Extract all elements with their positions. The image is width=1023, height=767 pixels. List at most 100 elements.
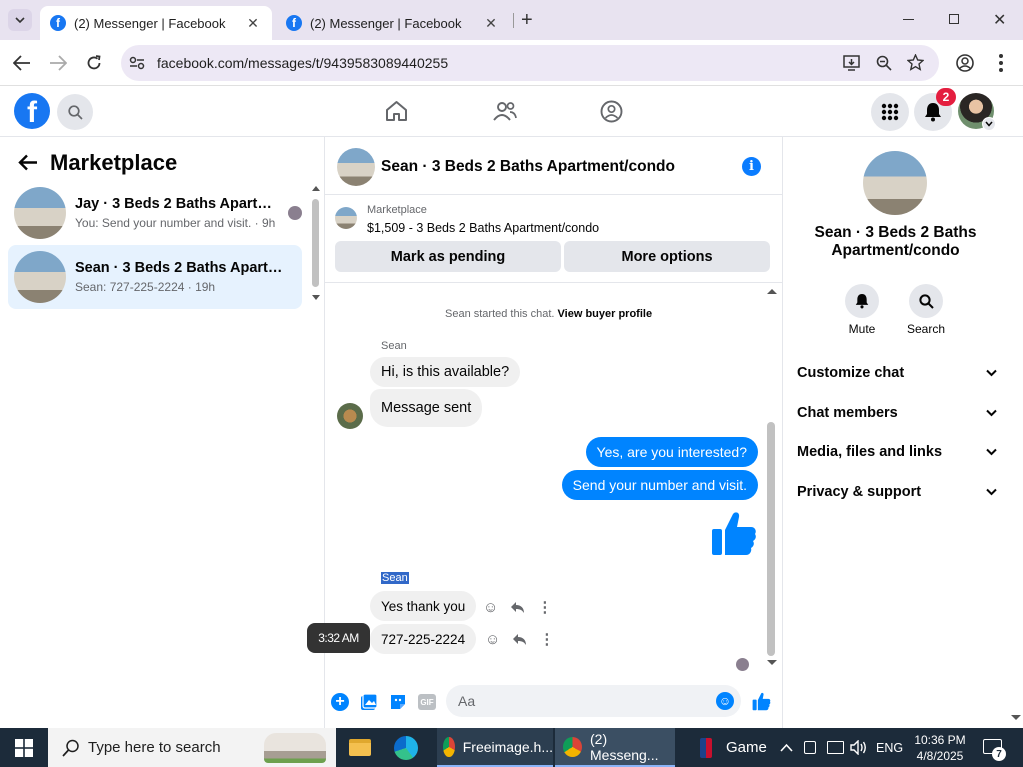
chrome-icon <box>563 736 582 757</box>
zoom-icon[interactable] <box>876 55 892 71</box>
message-bubble-incoming[interactable]: Message sent <box>370 389 483 427</box>
scrollbar-thumb[interactable] <box>312 199 319 287</box>
tray-meet-icon[interactable] <box>804 741 816 754</box>
new-tab-icon[interactable]: + <box>521 9 533 32</box>
profile-thumbnail[interactable] <box>863 151 927 215</box>
back-icon[interactable] <box>13 55 31 71</box>
listing-label: Marketplace <box>367 204 427 216</box>
section-label: Chat members <box>797 405 898 421</box>
game-label: Game <box>726 739 767 756</box>
section-customize-chat[interactable]: Customize chat <box>797 363 997 383</box>
react-icon[interactable]: ☺ <box>483 599 498 616</box>
scrollbar-thumb[interactable] <box>767 422 775 656</box>
view-buyer-profile-link[interactable]: View buyer profile <box>558 308 653 320</box>
section-privacy-support[interactable]: Privacy & support <box>797 482 997 502</box>
groups-icon[interactable] <box>600 100 623 123</box>
message-bubble-incoming[interactable]: 727-225-2224 <box>370 624 477 654</box>
network-icon[interactable] <box>827 741 844 754</box>
fb-search-button[interactable] <box>57 94 93 130</box>
facebook-logo-icon[interactable]: f <box>14 93 50 129</box>
site-settings-icon[interactable] <box>129 56 145 70</box>
conversation-preview: Sean: 727-225-2224 · 19h <box>75 280 216 294</box>
tab-messenger-2[interactable]: f (2) Messenger | Facebook ✕ <box>276 6 510 40</box>
emoji-icon[interactable]: ☺ <box>716 692 734 710</box>
info-icon[interactable]: i <box>742 157 761 176</box>
chat-list-scrollbar[interactable] <box>312 185 320 305</box>
install-app-icon[interactable] <box>843 55 860 71</box>
section-chat-members[interactable]: Chat members <box>797 403 997 423</box>
bookmark-star-icon[interactable] <box>907 54 924 71</box>
profile-icon[interactable] <box>956 54 974 72</box>
section-label: Privacy & support <box>797 484 922 500</box>
conversation-item[interactable]: Jay · 3 Beds 2 Baths Apartment/condo You… <box>8 181 302 245</box>
edge-icon[interactable] <box>394 728 420 767</box>
forward-icon[interactable] <box>49 55 67 71</box>
conversation-item-selected[interactable]: Sean · 3 Beds 2 Baths Apartment/condo Se… <box>8 245 302 309</box>
taskbar-app-label: Freeimage.h... <box>462 738 553 755</box>
message-bubble-outgoing[interactable]: Send your number and visit. <box>561 470 758 500</box>
thumbs-up-icon[interactable] <box>711 510 757 557</box>
message-bubble-incoming[interactable]: Hi, is this available? <box>370 357 521 387</box>
reload-icon[interactable] <box>86 55 102 71</box>
conversation-name: Jay · 3 Beds 2 Baths Apartment/condo <box>75 196 280 212</box>
chat-list-panel: Marketplace Jay · 3 Beds 2 Baths Apartme… <box>0 137 325 728</box>
tab-search-button[interactable] <box>8 9 32 31</box>
listing-small-thumbnail[interactable] <box>335 207 357 229</box>
listing-price-title[interactable]: $1,509 - 3 Beds 2 Baths Apartment/condo <box>367 221 599 235</box>
more-icon[interactable]: ⋮ <box>537 598 552 616</box>
minimize-icon[interactable] <box>903 19 914 20</box>
scroll-up-arrow-icon <box>312 186 320 191</box>
browser-menu-icon[interactable] <box>999 54 1003 72</box>
mute-button[interactable] <box>845 284 879 318</box>
more-icon[interactable]: ⋮ <box>539 630 554 648</box>
mark-as-pending-button[interactable]: Mark as pending <box>335 241 561 272</box>
react-icon[interactable]: ☺ <box>485 631 500 648</box>
scroll-down-arrow-icon[interactable] <box>1011 715 1021 721</box>
home-icon[interactable] <box>385 100 408 122</box>
close-tab-icon[interactable]: ✕ <box>244 15 262 32</box>
game-widget[interactable]: Game <box>700 728 770 767</box>
language-indicator[interactable]: ENG <box>876 728 903 767</box>
taskbar-app-freeimage[interactable]: Freeimage.h... <box>437 728 553 767</box>
chat-header-avatar[interactable] <box>337 148 375 186</box>
account-chevron-icon[interactable] <box>982 117 996 131</box>
notification-badge: 2 <box>936 88 956 106</box>
clock[interactable]: 10:36 PM 4/8/2025 <box>912 732 968 764</box>
message-input[interactable]: Aa ☺ <box>446 685 741 717</box>
message-bubble-incoming[interactable]: Yes thank you <box>370 591 477 621</box>
message-actions: ☺ ⋮ <box>483 598 552 617</box>
menu-button[interactable] <box>871 93 909 131</box>
taskbar-search-box[interactable]: Type here to search <box>48 728 336 767</box>
maximize-icon[interactable] <box>949 14 959 24</box>
friends-icon[interactable] <box>493 101 517 121</box>
volume-icon[interactable] <box>850 740 868 755</box>
chat-header-title[interactable]: Sean · 3 Beds 2 Baths Apartment/condo <box>381 158 675 176</box>
send-like-icon[interactable] <box>752 692 771 711</box>
back-arrow-icon[interactable] <box>18 154 38 171</box>
chevron-down-icon <box>986 409 997 417</box>
mute-label: Mute <box>848 322 876 336</box>
more-options-button[interactable]: More options <box>564 241 770 272</box>
tab-divider <box>513 13 514 28</box>
sticker-icon[interactable] <box>389 693 407 711</box>
close-window-icon[interactable]: ✕ <box>993 10 1006 30</box>
close-tab-icon[interactable]: ✕ <box>482 15 500 32</box>
gif-icon[interactable]: GIF <box>418 694 436 710</box>
search-icon <box>62 739 79 757</box>
search-icon <box>918 293 934 309</box>
photo-icon[interactable] <box>360 693 378 711</box>
messages-scrollbar[interactable] <box>767 288 777 668</box>
show-hidden-icons-icon[interactable] <box>780 743 793 752</box>
windows-start-icon[interactable] <box>15 739 33 757</box>
taskbar-app-messenger[interactable]: (2) Messeng... <box>555 728 675 767</box>
reply-icon[interactable] <box>512 633 527 646</box>
section-media-files-links[interactable]: Media, files and links <box>797 442 997 462</box>
search-button[interactable] <box>909 284 943 318</box>
add-icon[interactable]: + <box>331 693 349 711</box>
reply-icon[interactable] <box>510 601 525 614</box>
tab-messenger-1[interactable]: f (2) Messenger | Facebook ✕ <box>40 6 272 40</box>
message-bubble-outgoing[interactable]: Yes, are you interested? <box>585 437 758 467</box>
file-explorer-icon[interactable] <box>349 728 373 767</box>
address-bar[interactable]: facebook.com/messages/t/9439583089440255 <box>121 45 939 81</box>
chat-info-panel: Sean · 3 Beds 2 Baths Apartment/condo Mu… <box>782 137 1023 728</box>
